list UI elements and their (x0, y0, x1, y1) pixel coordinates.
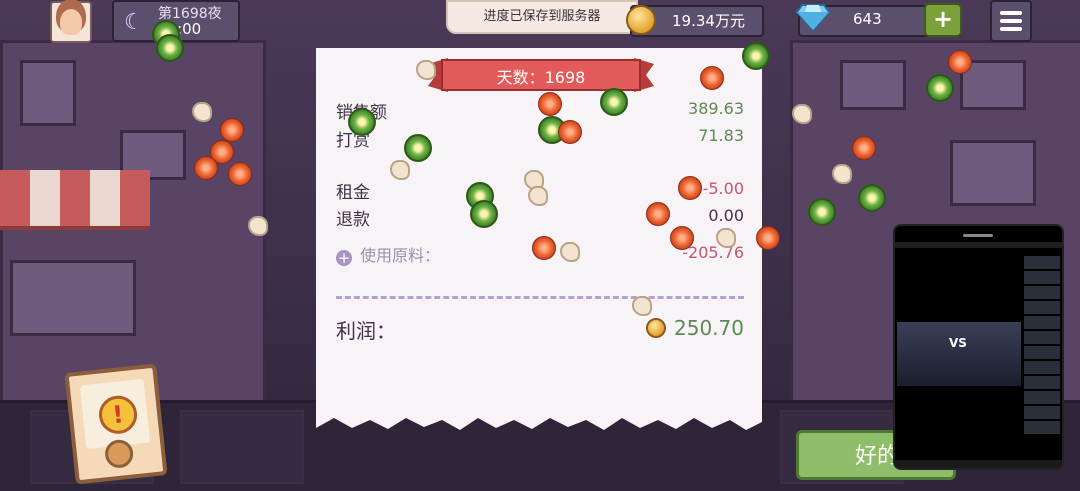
tomato-slice-icon (558, 120, 582, 144)
garlic-clove-icon (792, 104, 812, 124)
tomato-slice-icon (700, 66, 724, 90)
garlic-clove-icon (416, 60, 436, 80)
jalapeno-slice-icon (926, 74, 954, 102)
overlay-side-list (1024, 256, 1060, 464)
tomato-slice-icon (756, 226, 780, 250)
list-item[interactable] (1024, 331, 1060, 344)
overlay-header (895, 242, 1062, 248)
list-item[interactable] (1024, 361, 1060, 374)
save-toast: 进度已保存到服务器 (446, 0, 638, 34)
coin-icon (626, 5, 656, 35)
tomato-slice-icon (852, 136, 876, 160)
list-item[interactable] (1024, 286, 1060, 299)
video-frame[interactable]: VS (897, 322, 1021, 386)
receipt-divider (336, 296, 744, 299)
list-item[interactable] (1024, 406, 1060, 419)
tomato-slice-icon (220, 118, 244, 142)
alert-card-face: ! (79, 378, 151, 450)
jalapeno-slice-icon (742, 42, 770, 70)
ingredients-label: 使用原料： (360, 246, 441, 265)
tips-value: 71.83 (698, 126, 744, 145)
sales-value: 389.63 (688, 99, 744, 118)
garlic-clove-icon (528, 186, 548, 206)
garlic-clove-icon (632, 296, 652, 316)
garlic-clove-icon (832, 164, 852, 184)
jalapeno-slice-icon (156, 34, 184, 62)
garlic-clove-icon (716, 228, 736, 248)
garlic-clove-icon (390, 160, 410, 180)
list-item[interactable] (1024, 421, 1060, 434)
profit-value: 250.70 (674, 316, 744, 340)
rent-label: 租金 (336, 183, 370, 203)
jalapeno-slice-icon (470, 200, 498, 228)
jalapeno-slice-icon (348, 108, 376, 136)
drag-handle[interactable] (963, 234, 993, 237)
menu-icon-line (1000, 27, 1022, 31)
refund-label: 退款 (336, 210, 370, 230)
list-item[interactable] (1024, 316, 1060, 329)
list-item[interactable] (1024, 271, 1060, 284)
tomato-slice-icon (538, 92, 562, 116)
window (20, 60, 76, 126)
jalapeno-slice-icon (600, 88, 628, 116)
window (840, 60, 906, 110)
refund-value: 0.00 (708, 206, 744, 225)
garlic-clove-icon (248, 216, 268, 236)
tomato-slice-icon (228, 162, 252, 186)
ingredients-expand[interactable]: + 使用原料： (336, 242, 440, 266)
gem-value: 643 (853, 10, 882, 28)
menu-button[interactable] (990, 0, 1032, 42)
ingredients-value: -205.76 (682, 243, 744, 262)
day-banner-text-wrap: 天数：1698 (428, 58, 654, 92)
player-avatar[interactable] (50, 1, 92, 43)
profit-coin-icon (646, 318, 666, 338)
avatar-face (60, 9, 82, 35)
list-item[interactable] (1024, 346, 1060, 359)
money-counter: 19.34万元 (626, 5, 764, 37)
receipt-torn-edge (316, 414, 762, 430)
tomato-slice-icon (194, 156, 218, 180)
expand-plus-icon: + (336, 249, 352, 267)
list-item[interactable] (1024, 391, 1060, 404)
overlay-footer (895, 460, 1062, 468)
list-item[interactable] (1024, 376, 1060, 389)
window (10, 260, 136, 336)
rent-value: -5.00 (702, 179, 744, 198)
tomato-slice-icon (670, 226, 694, 250)
jalapeno-slice-icon (808, 198, 836, 226)
exclamation-icon: ! (97, 393, 139, 436)
garlic-clove-icon (560, 242, 580, 262)
list-item[interactable] (1024, 256, 1060, 269)
jalapeno-slice-icon (858, 184, 886, 212)
window (950, 140, 1036, 206)
garlic-clove-icon (192, 102, 212, 122)
vs-text: VS (949, 336, 967, 350)
moon-icon: ☾ (124, 10, 144, 35)
day-banner-text: 天数：1698 (496, 68, 586, 87)
video-overlay-window[interactable]: VS (893, 224, 1064, 470)
list-item[interactable] (1024, 301, 1060, 314)
jalapeno-slice-icon (404, 134, 432, 162)
tomato-slice-icon (948, 50, 972, 74)
tomato-slice-icon (646, 202, 670, 226)
add-gems-button[interactable]: + (924, 3, 962, 37)
alert-card[interactable]: ! (64, 363, 168, 485)
tomato-slice-icon (532, 236, 556, 260)
menu-icon-line (1000, 19, 1022, 23)
menu-icon-line (1000, 11, 1022, 15)
tomato-slice-icon (678, 176, 702, 200)
awning (0, 170, 150, 230)
floor-tile (180, 410, 304, 484)
money-value: 19.34万元 (672, 12, 745, 30)
profit-label: 利润： (336, 319, 396, 343)
diamond-icon (796, 4, 830, 31)
